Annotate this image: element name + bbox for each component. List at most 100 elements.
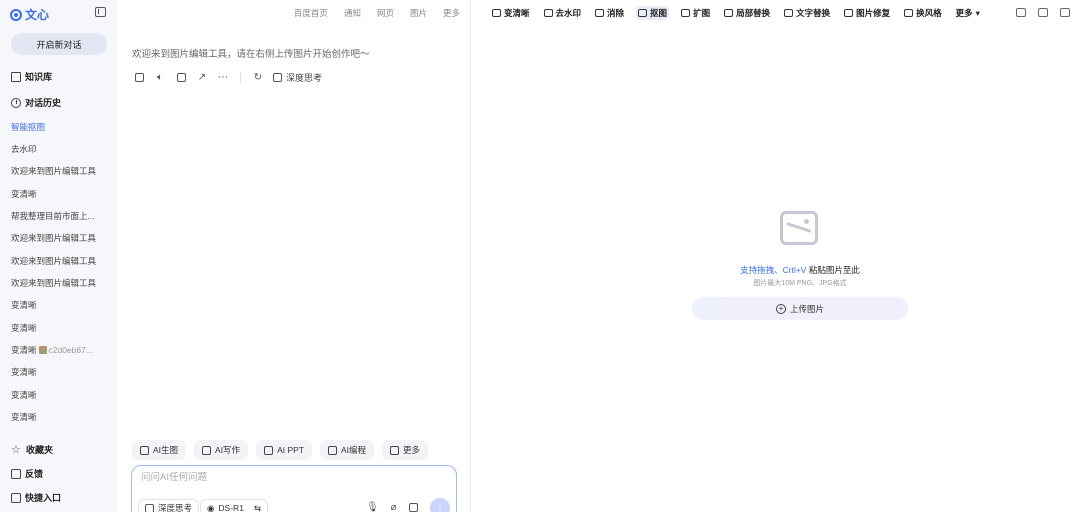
speaker-icon[interactable]: 🔈︎ [154,72,166,84]
deep-think-icon [273,73,282,82]
tool-enhance[interactable]: 变清晰 [490,6,532,20]
tool-remove-watermark[interactable]: 去水印 [542,6,584,20]
model-selector[interactable]: ◉ DS-R1 ⇆ [200,499,269,512]
plus-circle-icon: + [775,303,786,314]
history-item[interactable]: 变清晰 [11,299,37,311]
new-chat-button[interactable]: 开启新对话 [11,33,107,55]
download-icon[interactable] [175,72,187,84]
upload-image-button[interactable]: + 上传图片 [692,297,908,320]
history-item[interactable]: 欢迎来到图片编辑工具 [11,255,96,267]
attachment-icon[interactable]: ⌀ [388,502,399,512]
code-icon [328,445,337,455]
repair-icon [844,9,854,17]
app-window: 文心 开启新对话 知识库 对话历史 智能抠图 去水印 欢迎来到图片编辑工具 变清… [0,0,1080,512]
grid-icon [390,445,400,455]
tool-more[interactable]: 更多 ▾ [954,6,982,20]
share-icon[interactable]: ↗ [196,72,208,84]
sidebar-item-history[interactable]: 对话历史 [11,96,61,109]
history-item-suffix: c2d0eb67... [48,345,93,355]
model-label: DS-R1 [218,503,244,512]
eraser-icon [595,9,605,17]
upload-label: 上传图片 [789,303,824,314]
collapse-sidebar-icon[interactable] [95,7,106,17]
top-link-images[interactable]: 图片 [410,7,427,19]
sidebar-item-label: 对话历史 [25,98,62,108]
play-icon[interactable] [1016,8,1026,17]
send-button[interactable]: ↑ [430,498,450,512]
chip-ai-writing[interactable]: AI写作 [194,440,249,460]
history-item[interactable]: 欢迎来到图片编辑工具 [11,277,96,289]
chat-pane: 百度首页 通知 网页 图片 更多 欢迎来到图片编辑工具，请在右侧上传图片开始创作… [117,0,471,512]
microphone-icon[interactable]: 🎙︎ [366,502,379,512]
drop-zone-subtitle: 图片最大10M PNG、JPG格式 [753,280,847,287]
tool-label: 变清晰 [504,8,530,18]
top-link-web[interactable]: 网页 [377,7,394,19]
drop-zone-title: 支持拖拽、Crtl+V 粘贴图片至此 [472,264,1080,276]
sidebar-item-feedback[interactable]: 反馈 [11,467,43,480]
history-item[interactable]: 变清晰 [11,389,37,401]
image-thumbnail-icon [38,346,47,354]
history-item[interactable]: 变清晰 [11,322,37,334]
history-item[interactable]: 变清晰 [11,188,37,200]
history-item[interactable]: 智能抠图 [11,121,45,133]
copy-window-icon[interactable] [1060,8,1070,17]
tool-label: 抠图 [650,8,668,18]
model-logo-icon: ◉ [207,502,215,512]
tool-repair[interactable]: 图片修复 [842,6,892,20]
deep-think-button[interactable]: 深度思考 [138,499,200,512]
image-icon [140,445,149,455]
watermark-icon [543,9,553,17]
enhance-icon [492,9,501,17]
logo[interactable]: 文心 [10,6,49,23]
folder-icon [11,71,21,82]
history-item[interactable]: 欢迎来到图片编辑工具 [11,232,96,244]
text-replace-icon [784,9,794,17]
image-upload-icon[interactable] [408,502,419,512]
history-item[interactable]: 去水印 [11,143,37,155]
history-item[interactable]: 变清晰 [11,411,37,423]
slides-icon [264,445,274,455]
tool-style[interactable]: 换风格 [902,6,944,20]
tool-label: 文字替换 [796,8,831,18]
chip-ai-ppt[interactable]: AI PPT [256,440,312,460]
regenerate-icon[interactable]: ↻ [252,72,264,84]
history-item[interactable]: 变清晰 [11,366,37,378]
drop-hint-rest: 粘贴图片至此 [806,265,860,275]
copy-icon[interactable] [133,72,145,84]
history-item[interactable]: 欢迎来到图片编辑工具 [11,165,96,177]
drop-hint-highlight: 支持拖拽、Crtl+V [740,265,807,275]
top-link-notifications[interactable]: 通知 [344,7,361,19]
quick-chips: AI生图 AI写作 AI PPT AI编程 更多 [132,440,429,460]
divider [240,72,241,83]
image-editor-pane: 变清晰 去水印 消除 抠图 扩图 局部替换 文字替换 图片修复 换风格 更多 ▾ … [472,0,1080,512]
top-links: 百度首页 通知 网页 图片 更多 [294,7,460,19]
chat-input[interactable] [141,472,441,483]
sidebar-item-label: 快捷入口 [25,493,62,503]
top-link-more[interactable]: 更多 [443,7,460,19]
tool-local-replace[interactable]: 局部替换 [722,6,772,20]
editor-toolbar: 变清晰 去水印 消除 抠图 扩图 局部替换 文字替换 图片修复 换风格 更多 ▾ [490,6,982,20]
sidebar-item-quick-entry[interactable]: 快捷入口 [11,491,61,504]
tool-cutout[interactable]: 抠图 [636,6,670,20]
history-item[interactable]: 变清晰 c2d0eb67... [11,344,93,356]
deep-think-toggle[interactable]: 深度思考 [273,71,322,84]
download-icon[interactable] [1038,8,1048,17]
clock-icon [11,97,21,108]
chip-more[interactable]: 更多 [382,440,429,460]
chip-ai-coding[interactable]: AI编程 [320,440,375,460]
sidebar-item-knowledge[interactable]: 知识库 [11,70,52,83]
swap-icon: ⇆ [253,502,262,512]
logo-icon [10,8,22,21]
tool-expand[interactable]: 扩图 [679,6,712,20]
window-controls [1016,8,1070,17]
more-icon[interactable]: ⋯ [217,72,229,84]
history-item[interactable]: 帮我整理目前市面上... [11,210,95,222]
tool-text-replace[interactable]: 文字替换 [782,6,832,20]
tool-label: 换风格 [916,8,942,18]
tool-erase[interactable]: 消除 [593,6,626,20]
sidebar-item-favorites[interactable]: ☆ 收藏夹 [11,443,53,456]
chip-ai-image[interactable]: AI生图 [132,440,187,460]
top-link-home[interactable]: 百度首页 [294,7,328,19]
pen-icon [202,445,212,455]
tool-label: 扩图 [693,8,711,18]
